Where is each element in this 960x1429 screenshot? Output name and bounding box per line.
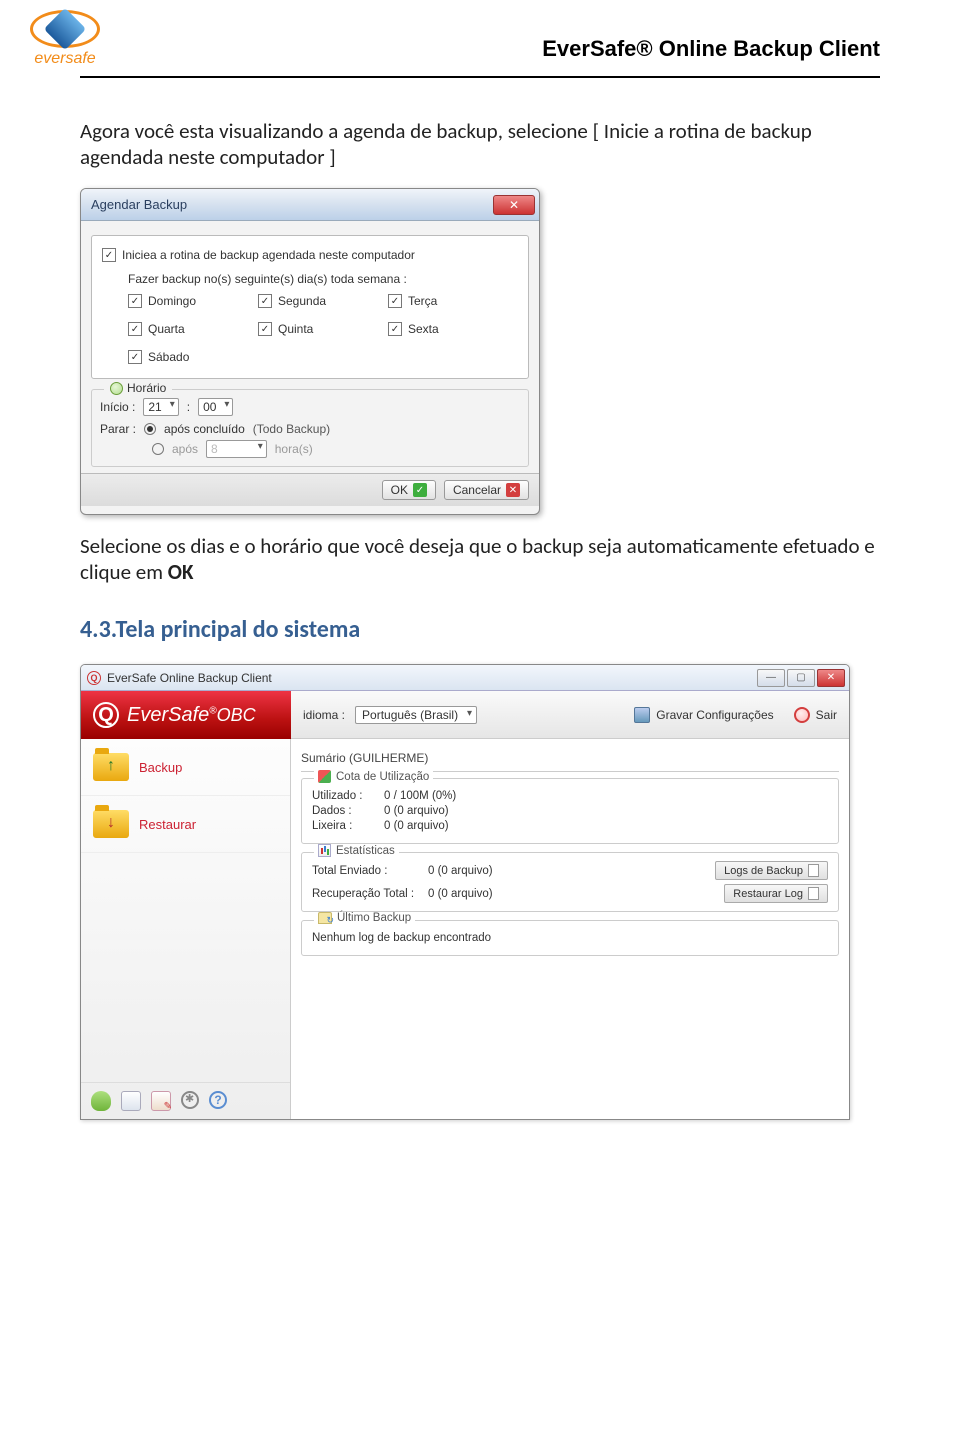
dialog-title: Agendar Backup bbox=[91, 197, 187, 212]
enable-schedule-row[interactable]: Iniciea a rotina de backup agendada nest… bbox=[102, 248, 518, 262]
exit-icon bbox=[794, 707, 810, 723]
cancel-icon: ✕ bbox=[506, 483, 520, 497]
restore-log-button[interactable]: Restaurar Log bbox=[724, 884, 828, 903]
doc-icon bbox=[808, 864, 819, 877]
sidebar-footer: ? bbox=[81, 1082, 290, 1119]
document-title: EverSafe® Online Backup Client bbox=[542, 36, 880, 62]
restore-icon bbox=[93, 810, 129, 838]
checkbox-icon[interactable] bbox=[128, 294, 142, 308]
enable-schedule-label: Iniciea a rotina de backup agendada nest… bbox=[122, 248, 415, 262]
brand-q-icon: Q bbox=[93, 702, 119, 728]
brand-banner: Q EverSafe®OBC bbox=[81, 691, 291, 739]
main-app-window: Q EverSafe Online Backup Client — ▢ ✕ Q … bbox=[80, 664, 850, 1120]
checkbox-icon[interactable] bbox=[388, 294, 402, 308]
app-titlebar[interactable]: Q EverSafe Online Backup Client — ▢ ✕ bbox=[81, 665, 849, 691]
sidebar-item-backup[interactable]: Backup bbox=[81, 739, 290, 796]
check-icon: ✓ bbox=[413, 483, 427, 497]
close-button[interactable]: ✕ bbox=[493, 195, 535, 215]
time-legend: Horário bbox=[104, 381, 172, 395]
day-sexta[interactable]: Sexta bbox=[388, 322, 518, 336]
quota-icon bbox=[318, 770, 331, 783]
save-config-button[interactable]: Gravar Configurações bbox=[634, 707, 773, 723]
sidebar-item-restore[interactable]: Restaurar bbox=[81, 796, 290, 853]
checkbox-icon[interactable] bbox=[258, 322, 272, 336]
enable-schedule-checkbox[interactable] bbox=[102, 248, 116, 262]
language-label: idioma : bbox=[303, 708, 345, 722]
section-title: 4.3.Tela principal do sistema bbox=[80, 615, 880, 644]
start-label: Início : bbox=[100, 400, 135, 414]
day-quinta[interactable]: Quinta bbox=[258, 322, 388, 336]
ok-button[interactable]: OK ✓ bbox=[382, 480, 436, 500]
backup-icon bbox=[93, 753, 129, 781]
quota-group: Cota de Utilização Utilizado :0 / 100M (… bbox=[301, 778, 839, 844]
minimize-button[interactable]: — bbox=[757, 669, 785, 687]
stats-group: Estatísticas Total Enviado :0 (0 arquivo… bbox=[301, 852, 839, 912]
backup-logs-button[interactable]: Logs de Backup bbox=[715, 861, 828, 880]
checkbox-icon[interactable] bbox=[258, 294, 272, 308]
stop-label: Parar : bbox=[100, 422, 136, 436]
content-area: Sumário (GUILHERME) Cota de Utilização U… bbox=[291, 739, 849, 1119]
user-icon[interactable] bbox=[91, 1091, 111, 1111]
header-rule bbox=[80, 76, 880, 78]
minute-select[interactable]: 00 bbox=[198, 398, 233, 416]
day-sabado[interactable]: Sábado bbox=[128, 350, 258, 364]
edit-doc-icon[interactable] bbox=[151, 1091, 171, 1111]
last-backup-group: Último Backup Nenhum log de backup encon… bbox=[301, 920, 839, 956]
instruction-2: Selecione os dias e o horário que você d… bbox=[80, 533, 880, 585]
sidebar: Backup Restaurar ? bbox=[81, 739, 291, 1119]
exit-button[interactable]: Sair bbox=[794, 707, 837, 723]
time-fieldset: Horário Início : 21 : 00 Parar : após co… bbox=[91, 389, 529, 467]
save-icon bbox=[634, 707, 650, 723]
day-segunda[interactable]: Segunda bbox=[258, 294, 388, 308]
app-window-title: EverSafe Online Backup Client bbox=[107, 671, 272, 685]
checkbox-icon[interactable] bbox=[128, 322, 142, 336]
checkbox-icon[interactable] bbox=[388, 322, 402, 336]
checkbox-icon[interactable] bbox=[128, 350, 142, 364]
stop-after-complete-radio[interactable] bbox=[144, 423, 156, 435]
day-domingo[interactable]: Domingo bbox=[128, 294, 258, 308]
stats-icon bbox=[318, 844, 331, 857]
summary-header: Sumário (GUILHERME) bbox=[301, 747, 839, 772]
hour-select[interactable]: 21 bbox=[143, 398, 178, 416]
language-select[interactable]: Português (Brasil) bbox=[355, 706, 477, 724]
stop-after-hours-radio[interactable] bbox=[152, 443, 164, 455]
hours-select[interactable]: 8 bbox=[206, 440, 267, 458]
cancel-button[interactable]: Cancelar ✕ bbox=[444, 480, 529, 500]
gear-icon[interactable] bbox=[181, 1091, 199, 1109]
doc-icon bbox=[808, 887, 819, 900]
doc-icon[interactable] bbox=[121, 1091, 141, 1111]
weekly-label: Fazer backup no(s) seguinte(s) dia(s) to… bbox=[128, 272, 518, 286]
help-icon[interactable]: ? bbox=[209, 1091, 227, 1109]
maximize-button[interactable]: ▢ bbox=[787, 669, 815, 687]
last-backup-icon bbox=[318, 912, 332, 924]
app-icon: Q bbox=[87, 671, 101, 685]
dialog-titlebar[interactable]: Agendar Backup ✕ bbox=[81, 189, 539, 221]
clock-icon bbox=[110, 382, 123, 395]
instruction-1: Agora você esta visualizando a agenda de… bbox=[80, 118, 880, 170]
day-quarta[interactable]: Quarta bbox=[128, 322, 258, 336]
logo-text: eversafe bbox=[34, 50, 95, 68]
window-close-button[interactable]: ✕ bbox=[817, 669, 845, 687]
schedule-backup-dialog: Agendar Backup ✕ Iniciea a rotina de bac… bbox=[80, 188, 540, 515]
day-terca[interactable]: Terça bbox=[388, 294, 518, 308]
brand-logo: eversafe bbox=[30, 10, 100, 68]
